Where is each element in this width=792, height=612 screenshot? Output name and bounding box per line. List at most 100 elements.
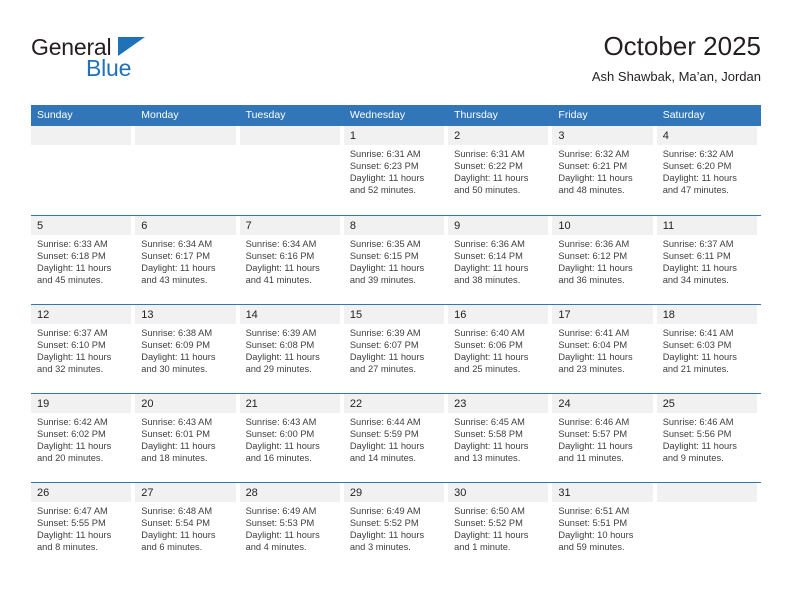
sunset-text: Sunset: 6:18 PM <box>37 251 106 262</box>
day-sun-info: Sunrise: 6:31 AM Sunset: 6:22 PM Daylight:… <box>448 145 548 196</box>
calendar-day-cell[interactable]: 11 Sunrise: 6:37 AM Sunset: 6:11 PM Dayligh… <box>656 216 761 304</box>
sunrise-text: Sunrise: 6:49 AM <box>349 506 421 516</box>
weekday-header-thursday: Thursday <box>454 109 498 121</box>
calendar-day-cell[interactable]: 14 Sunrise: 6:39 AM Sunset: 6:08 PM Dayligh… <box>239 305 344 393</box>
sunrise-text: Sunrise: 6:41 AM <box>558 328 630 338</box>
sunset-text: Sunset: 6:02 PM <box>37 429 106 440</box>
sunrise-text: Sunrise: 6:46 AM <box>662 417 734 427</box>
weekday-header-tuesday: Tuesday <box>245 109 286 121</box>
calendar-day-cell[interactable]: 7 Sunrise: 6:34 AM Sunset: 6:16 PM Daylight… <box>239 216 344 304</box>
sunset-text: Sunset: 6:16 PM <box>245 251 315 262</box>
sunrise-text: Sunrise: 6:44 AM <box>349 417 421 427</box>
daylight-text-line1: Daylight: 11 hours <box>662 263 737 274</box>
day-sun-info: Sunrise: 6:44 AM Sunset: 5:59 PM Daylight:… <box>344 413 444 464</box>
page-subtitle: Ash Shawbak, Ma’an, Jordan <box>591 69 761 84</box>
calendar-day-cell[interactable]: 10 Sunrise: 6:36 AM Sunset: 6:12 PM Dayligh… <box>552 216 656 304</box>
day-number-band: 8 <box>343 216 445 235</box>
daylight-text-line1: Daylight: 11 hours <box>662 441 737 452</box>
day-number: 1 <box>349 130 356 142</box>
day-number: 15 <box>349 309 363 321</box>
day-number: 25 <box>662 398 675 410</box>
calendar-day-cell[interactable]: 1 Sunrise: 6:31 AM Sunset: 6:23 PM Daylight… <box>343 126 448 215</box>
daylight-text-line2: and 34 minutes. <box>662 275 729 286</box>
daylight-text-line1: Daylight: 11 hours <box>141 263 216 274</box>
daylight-text-line1: Daylight: 11 hours <box>349 441 425 452</box>
calendar-day-cell[interactable]: 13 Sunrise: 6:38 AM Sunset: 6:09 PM Dayligh… <box>135 305 239 393</box>
day-sun-info: Sunrise: 6:31 AM Sunset: 6:23 PM Daylight:… <box>344 145 444 196</box>
daylight-text-line1: Daylight: 11 hours <box>558 263 633 274</box>
daylight-text-line1: Daylight: 11 hours <box>558 173 633 184</box>
day-number: 19 <box>37 398 50 410</box>
calendar-day-cell[interactable]: 31 Sunrise: 6:51 AM Sunset: 5:51 PM Dayligh… <box>552 483 656 571</box>
calendar-day-cell[interactable]: 12 Sunrise: 6:37 AM Sunset: 6:10 PM Dayligh… <box>31 305 135 393</box>
calendar-day-cell[interactable]: 17 Sunrise: 6:41 AM Sunset: 6:04 PM Dayligh… <box>552 305 656 393</box>
daylight-text-line1: Daylight: 11 hours <box>454 530 529 541</box>
daylight-text-line2: and 13 minutes. <box>454 453 521 464</box>
general-blue-logo[interactable]: General Blue <box>31 35 241 91</box>
calendar-day-cell[interactable]: 16 Sunrise: 6:40 AM Sunset: 6:06 PM Dayligh… <box>448 305 552 393</box>
day-number: 27 <box>141 487 154 499</box>
day-number-band: 16 <box>448 305 549 324</box>
calendar-day-cell[interactable]: 6 Sunrise: 6:34 AM Sunset: 6:17 PM Daylight… <box>135 216 239 304</box>
day-number-band: 18 <box>656 305 757 324</box>
daylight-text-line1: Daylight: 11 hours <box>141 352 216 363</box>
calendar-day-cell[interactable]: 3 Sunrise: 6:32 AM Sunset: 6:21 PM Daylight… <box>552 126 656 215</box>
calendar-day-cell[interactable]: 26 Sunrise: 6:47 AM Sunset: 5:55 PM Dayligh… <box>31 483 135 571</box>
calendar-page: General Blue October 2025 Ash Shawbak, M… <box>0 0 792 612</box>
calendar-day-cell[interactable]: 5 Sunrise: 6:33 AM Sunset: 6:18 PM Daylight… <box>31 216 135 304</box>
sunrise-text: Sunrise: 6:38 AM <box>141 328 213 338</box>
daylight-text-line1: Daylight: 11 hours <box>454 441 529 452</box>
sunset-text: Sunset: 6:21 PM <box>558 161 628 172</box>
weekday-header-row: Sunday Monday Tuesday Wednesday Thursday… <box>31 105 761 126</box>
calendar-week-row: 19 Sunrise: 6:42 AM Sunset: 6:02 PM Dayligh… <box>31 393 761 482</box>
day-number: 4 <box>662 130 669 142</box>
day-number-band: 24 <box>552 394 653 413</box>
calendar-day-cell[interactable]: 24 Sunrise: 6:46 AM Sunset: 5:57 PM Dayligh… <box>552 394 656 482</box>
day-sun-info: Sunrise: 6:42 AM Sunset: 6:02 PM Daylight:… <box>31 413 131 464</box>
calendar-day-cell[interactable]: 15 Sunrise: 6:39 AM Sunset: 6:07 PM Dayligh… <box>343 305 448 393</box>
calendar-day-cell[interactable]: 4 Sunrise: 6:32 AM Sunset: 6:20 PM Daylight… <box>656 126 761 215</box>
sunrise-text: Sunrise: 6:33 AM <box>37 239 108 249</box>
calendar-day-cell[interactable]: 27 Sunrise: 6:48 AM Sunset: 5:54 PM Dayligh… <box>135 483 239 571</box>
sunrise-text: Sunrise: 6:50 AM <box>454 506 525 516</box>
sunrise-text: Sunrise: 6:32 AM <box>558 149 630 159</box>
calendar-day-cell[interactable]: 25 Sunrise: 6:46 AM Sunset: 5:56 PM Dayligh… <box>656 394 761 482</box>
day-sun-info: Sunrise: 6:49 AM Sunset: 5:52 PM Daylight:… <box>344 502 444 553</box>
calendar-day-cell[interactable]: 30 Sunrise: 6:50 AM Sunset: 5:52 PM Dayligh… <box>448 483 552 571</box>
calendar-day-cell[interactable]: 20 Sunrise: 6:43 AM Sunset: 6:01 PM Dayligh… <box>135 394 239 482</box>
calendar-day-cell[interactable]: 21 Sunrise: 6:43 AM Sunset: 6:00 PM Dayligh… <box>239 394 344 482</box>
calendar-day-cell[interactable]: 29 Sunrise: 6:49 AM Sunset: 5:52 PM Dayligh… <box>343 483 448 571</box>
calendar-day-cell[interactable]: 2 Sunrise: 6:31 AM Sunset: 6:22 PM Daylight… <box>448 126 552 215</box>
daylight-text-line1: Daylight: 11 hours <box>245 263 320 274</box>
calendar-day-cell[interactable]: 9 Sunrise: 6:36 AM Sunset: 6:14 PM Daylight… <box>448 216 552 304</box>
sunset-text: Sunset: 6:12 PM <box>558 251 628 262</box>
calendar-day-cell[interactable]: 19 Sunrise: 6:42 AM Sunset: 6:02 PM Dayligh… <box>31 394 135 482</box>
calendar-day-cell[interactable]: 18 Sunrise: 6:41 AM Sunset: 6:03 PM Dayligh… <box>656 305 761 393</box>
day-number: 8 <box>349 220 356 232</box>
weekday-header-friday: Friday <box>558 109 588 121</box>
day-sun-info: Sunrise: 6:34 AM Sunset: 6:16 PM Daylight:… <box>240 235 340 286</box>
daylight-text-line2: and 43 minutes. <box>141 275 208 286</box>
calendar-day-cell[interactable]: 23 Sunrise: 6:45 AM Sunset: 5:58 PM Dayligh… <box>448 394 552 482</box>
sunset-text: Sunset: 5:54 PM <box>141 518 211 529</box>
daylight-text-line2: and 23 minutes. <box>558 364 625 375</box>
sunset-text: Sunset: 6:00 PM <box>245 429 315 440</box>
day-number-band: 15 <box>343 305 445 324</box>
day-number-band <box>135 126 236 145</box>
day-number-band: 7 <box>239 216 340 235</box>
day-sun-info: Sunrise: 6:43 AM Sunset: 6:01 PM Daylight:… <box>135 413 235 464</box>
day-number-band: 17 <box>552 305 653 324</box>
day-sun-info: Sunrise: 6:37 AM Sunset: 6:10 PM Daylight:… <box>31 324 131 375</box>
day-number-band: 20 <box>135 394 236 413</box>
sunset-text: Sunset: 6:22 PM <box>454 161 523 172</box>
daylight-text-line2: and 48 minutes. <box>558 185 625 196</box>
day-number-band: 3 <box>552 126 653 145</box>
day-number-band: 28 <box>239 483 340 502</box>
day-sun-info: Sunrise: 6:41 AM Sunset: 6:04 PM Daylight:… <box>552 324 652 375</box>
sunrise-text: Sunrise: 6:43 AM <box>141 417 213 427</box>
calendar-day-cell[interactable]: 28 Sunrise: 6:49 AM Sunset: 5:53 PM Dayligh… <box>239 483 344 571</box>
calendar-day-cell-empty <box>135 126 239 215</box>
day-sun-info: Sunrise: 6:36 AM Sunset: 6:14 PM Daylight:… <box>448 235 548 286</box>
calendar-day-cell[interactable]: 8 Sunrise: 6:35 AM Sunset: 6:15 PM Daylight… <box>343 216 448 304</box>
calendar-day-cell[interactable]: 22 Sunrise: 6:44 AM Sunset: 5:59 PM Dayligh… <box>343 394 448 482</box>
